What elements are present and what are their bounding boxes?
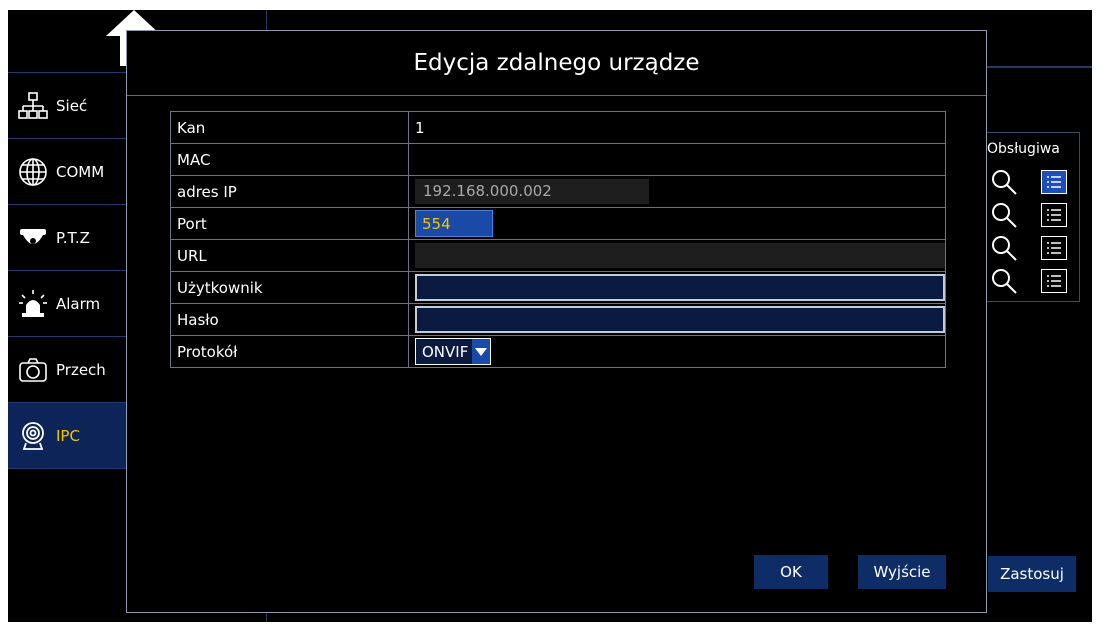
device-form: Kan 1 MAC adres IP 192.168.000.002 Port … — [170, 111, 946, 368]
username-field[interactable] — [415, 274, 945, 301]
form-row-password: Hasło — [170, 303, 946, 336]
form-row-port: Port 554 — [170, 207, 946, 240]
support-row — [989, 200, 1077, 230]
protocol-value: ONVIF — [422, 342, 469, 361]
list-icon[interactable] — [1041, 236, 1067, 260]
support-row — [989, 266, 1077, 296]
dome-camera-icon — [18, 223, 48, 253]
search-icon[interactable] — [991, 202, 1017, 228]
camera-icon — [18, 355, 48, 385]
search-icon[interactable] — [991, 169, 1017, 195]
siren-icon — [18, 289, 48, 319]
right-panel-divider — [984, 66, 1092, 68]
channel-value: 1 — [408, 111, 946, 144]
form-row-ip: adres IP 192.168.000.002 — [170, 175, 946, 208]
edit-remote-device-dialog: Edycja zdalnego urządze Kan 1 MAC adres … — [126, 30, 987, 613]
user-label: Użytkownik — [170, 271, 409, 304]
list-icon[interactable] — [1041, 203, 1067, 227]
protocol-label: Protokół — [170, 335, 409, 368]
network-icon — [18, 91, 48, 121]
ok-button[interactable]: OK — [754, 555, 828, 589]
exit-button[interactable]: Wyjście — [858, 555, 946, 589]
sidebar-item-label: Przech — [56, 361, 106, 379]
search-icon[interactable] — [991, 268, 1017, 294]
sidebar-item-label: P.T.Z — [56, 229, 90, 247]
url-field[interactable] — [415, 243, 945, 268]
globe-icon — [18, 157, 48, 187]
sidebar-item-label: COMM — [56, 163, 105, 181]
port-field[interactable]: 554 — [415, 210, 493, 237]
chevron-down-icon[interactable] — [472, 339, 491, 364]
form-row-url: URL — [170, 239, 946, 272]
url-label: URL — [170, 239, 409, 272]
sidebar-item-label: IPC — [56, 427, 80, 445]
apply-button[interactable]: Zastosuj — [988, 556, 1076, 592]
support-column: Obsługiwa — [986, 132, 1080, 302]
password-label: Hasło — [170, 303, 409, 336]
sidebar-item-label: Sieć — [56, 97, 88, 115]
form-row-user: Użytkownik — [170, 271, 946, 304]
support-header: Obsługiwa — [987, 141, 1060, 157]
webcam-icon — [18, 421, 48, 451]
password-field[interactable] — [415, 306, 945, 333]
list-icon[interactable] — [1041, 170, 1067, 194]
form-row-mac: MAC — [170, 143, 946, 176]
list-icon[interactable] — [1041, 269, 1067, 293]
form-row-protocol: Protokół ONVIF — [170, 335, 946, 368]
support-row — [989, 167, 1077, 197]
channel-label: Kan — [170, 111, 409, 144]
form-row-channel: Kan 1 — [170, 111, 946, 144]
dialog-title: Edycja zdalnego urządze — [127, 31, 986, 96]
port-label: Port — [170, 207, 409, 240]
mac-value — [408, 143, 946, 176]
support-row — [989, 233, 1077, 263]
search-icon[interactable] — [991, 235, 1017, 261]
sidebar-item-label: Alarm — [56, 295, 101, 313]
ip-address-field[interactable]: 192.168.000.002 — [415, 179, 649, 204]
ip-label: adres IP — [170, 175, 409, 208]
protocol-select[interactable]: ONVIF — [415, 338, 492, 365]
mac-label: MAC — [170, 143, 409, 176]
